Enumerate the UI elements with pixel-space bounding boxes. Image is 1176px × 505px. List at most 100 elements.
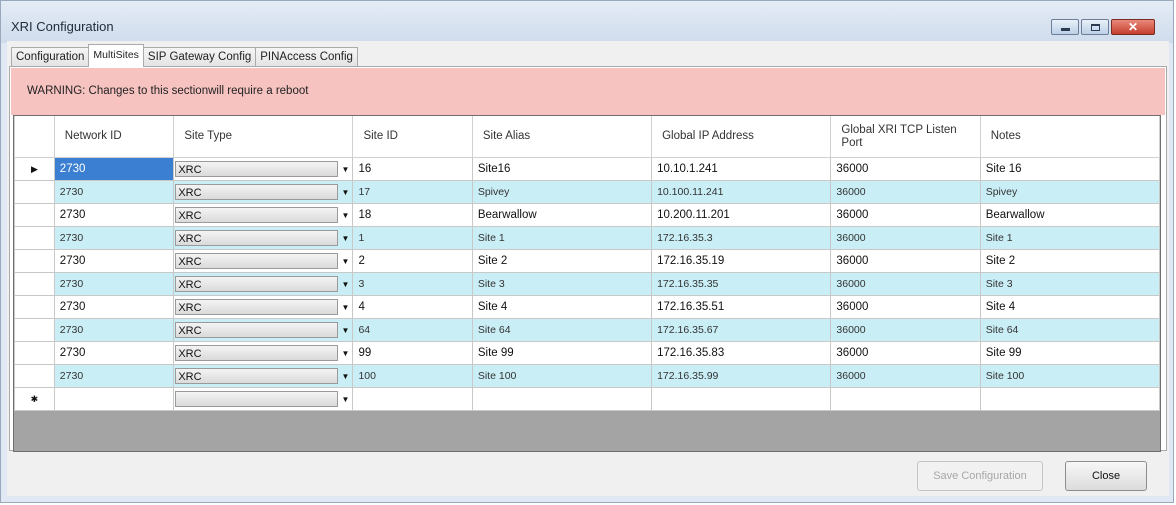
row-header[interactable] [14,295,55,319]
global-ip-cell[interactable]: 10.10.1.241 [651,157,832,181]
tab-multisites[interactable]: MultiSites [88,44,144,67]
listen-port-cell[interactable]: 36000 [830,295,981,319]
network-id-cell[interactable]: 2730 [53,318,175,342]
notes-cell[interactable]: Site 99 [979,341,1160,365]
network-id-cell[interactable]: 2730 [53,203,175,227]
listen-port-cell[interactable]: 36000 [830,272,981,296]
site-id-cell[interactable] [352,387,473,411]
listen-port-cell[interactable]: 36000 [830,249,981,273]
column-header-site-alias[interactable]: Site Alias [471,116,653,158]
listen-port-cell[interactable]: 36000 [830,157,981,181]
global-ip-cell[interactable]: 172.16.35.51 [651,295,832,319]
tab-pinaccess-config[interactable]: PINAccess Config [255,47,358,67]
row-header[interactable] [14,364,55,388]
site-id-cell[interactable]: 64 [352,318,473,342]
global-ip-cell[interactable]: 172.16.35.67 [651,318,832,342]
site-type-cell[interactable]: XRC ▼ [173,272,354,296]
notes-cell[interactable]: Site 16 [979,157,1160,181]
row-header[interactable] [14,341,55,365]
site-id-cell[interactable]: 16 [352,157,473,181]
listen-port-cell[interactable]: 36000 [830,318,981,342]
table-row[interactable]: 2730 XRC ▼ 99 Site 99 172.16.35.83 36000 Site 9… [14,341,1160,365]
network-id-cell[interactable] [53,387,175,411]
table-row[interactable]: 2730 XRC ▼ 3 Site 3 172.16.35.35 36000 Site 3 [14,272,1160,296]
listen-port-cell[interactable]: 36000 [830,226,981,250]
network-id-cell[interactable]: 2730 [53,180,175,204]
dropdown-arrow-icon[interactable]: ▼ [338,345,351,361]
site-type-combobox[interactable]: XRC ▼ [175,229,352,247]
site-id-cell[interactable]: 99 [352,341,473,365]
site-alias-cell[interactable]: Site 1 [471,226,653,250]
row-header[interactable] [14,272,55,296]
row-header[interactable] [14,318,55,342]
close-button[interactable]: Close [1065,461,1147,491]
site-type-combobox[interactable]: XRC ▼ [175,344,352,362]
global-ip-cell[interactable]: 10.200.11.201 [651,203,832,227]
column-header-site-id[interactable]: Site ID [352,116,473,158]
table-row[interactable]: 2730 XRC ▼ 17 Spivey 10.100.11.241 36000 Spivey [14,180,1160,204]
site-type-combobox[interactable]: XRC ▼ [175,252,352,270]
table-row[interactable]: ▶ 2730 XRC ▼ 16 Site16 10.10.1.241 36000 Site 16 [14,157,1160,181]
notes-cell[interactable]: Bearwallow [979,203,1160,227]
network-id-cell[interactable]: 2730 [53,226,175,250]
site-type-cell[interactable]: XRC ▼ [173,203,354,227]
notes-cell[interactable]: Site 4 [979,295,1160,319]
global-ip-cell[interactable]: 172.16.35.99 [651,364,832,388]
site-type-combobox[interactable]: XRC ▼ [175,367,352,385]
site-alias-cell[interactable]: Spivey [471,180,653,204]
listen-port-cell[interactable]: 36000 [830,341,981,365]
global-ip-cell[interactable]: 172.16.35.3 [651,226,832,250]
new-row[interactable]: ✱ ▼ [14,387,1160,411]
notes-cell[interactable]: Spivey [979,180,1160,204]
row-header[interactable] [14,203,55,227]
row-header[interactable] [14,226,55,250]
dropdown-arrow-icon[interactable]: ▼ [338,207,351,223]
row-pointer-icon[interactable]: ▶ [14,157,55,181]
site-alias-cell[interactable]: Site 2 [471,249,653,273]
new-row-icon[interactable]: ✱ [14,387,55,411]
notes-cell[interactable]: Site 64 [979,318,1160,342]
site-type-cell[interactable]: XRC ▼ [173,295,354,319]
site-type-combobox[interactable]: XRC ▼ [175,321,352,339]
site-id-cell[interactable]: 18 [352,203,473,227]
site-alias-cell[interactable]: Site 4 [471,295,653,319]
table-row[interactable]: 2730 XRC ▼ 2 Site 2 172.16.35.19 36000 Site 2 [14,249,1160,273]
site-alias-cell[interactable]: Site 100 [471,364,653,388]
site-id-cell[interactable]: 3 [352,272,473,296]
dropdown-arrow-icon[interactable]: ▼ [338,299,351,315]
site-alias-cell[interactable]: Site 3 [471,272,653,296]
site-type-cell[interactable]: XRC ▼ [173,364,354,388]
table-row[interactable]: 2730 XRC ▼ 64 Site 64 172.16.35.67 36000 Site 6… [14,318,1160,342]
listen-port-cell[interactable]: 36000 [830,180,981,204]
column-header-notes[interactable]: Notes [979,116,1160,158]
tab-configuration[interactable]: Configuration [11,47,90,67]
site-alias-cell[interactable]: Site 64 [471,318,653,342]
site-type-combobox[interactable]: XRC ▼ [175,160,352,178]
site-id-cell[interactable]: 4 [352,295,473,319]
site-type-cell[interactable]: XRC ▼ [173,157,354,181]
dropdown-arrow-icon[interactable]: ▼ [338,276,351,292]
site-alias-cell[interactable]: Bearwallow [471,203,653,227]
dropdown-arrow-icon[interactable]: ▼ [338,322,351,338]
network-id-cell[interactable]: 2730 [53,341,175,365]
notes-cell[interactable]: Site 3 [979,272,1160,296]
listen-port-cell[interactable]: 36000 [830,364,981,388]
global-ip-cell[interactable] [651,387,832,411]
site-type-combobox[interactable]: XRC ▼ [175,183,352,201]
site-type-cell[interactable]: XRC ▼ [173,341,354,365]
site-id-cell[interactable]: 2 [352,249,473,273]
site-type-cell[interactable]: XRC ▼ [173,226,354,250]
site-id-cell[interactable]: 17 [352,180,473,204]
network-id-cell[interactable]: 2730 [53,295,175,319]
notes-cell[interactable]: Site 100 [979,364,1160,388]
site-type-cell[interactable]: ▼ [173,387,354,411]
site-alias-cell[interactable]: Site16 [471,157,653,181]
network-id-cell[interactable]: 2730 [53,364,175,388]
dropdown-arrow-icon[interactable]: ▼ [338,184,351,200]
site-alias-cell[interactable]: Site 99 [471,341,653,365]
notes-cell[interactable]: Site 1 [979,226,1160,250]
close-window-button[interactable]: ✕ [1111,19,1155,35]
network-id-cell[interactable]: 2730 [53,272,175,296]
site-type-combobox[interactable]: ▼ [175,390,352,408]
dropdown-arrow-icon[interactable]: ▼ [338,253,351,269]
